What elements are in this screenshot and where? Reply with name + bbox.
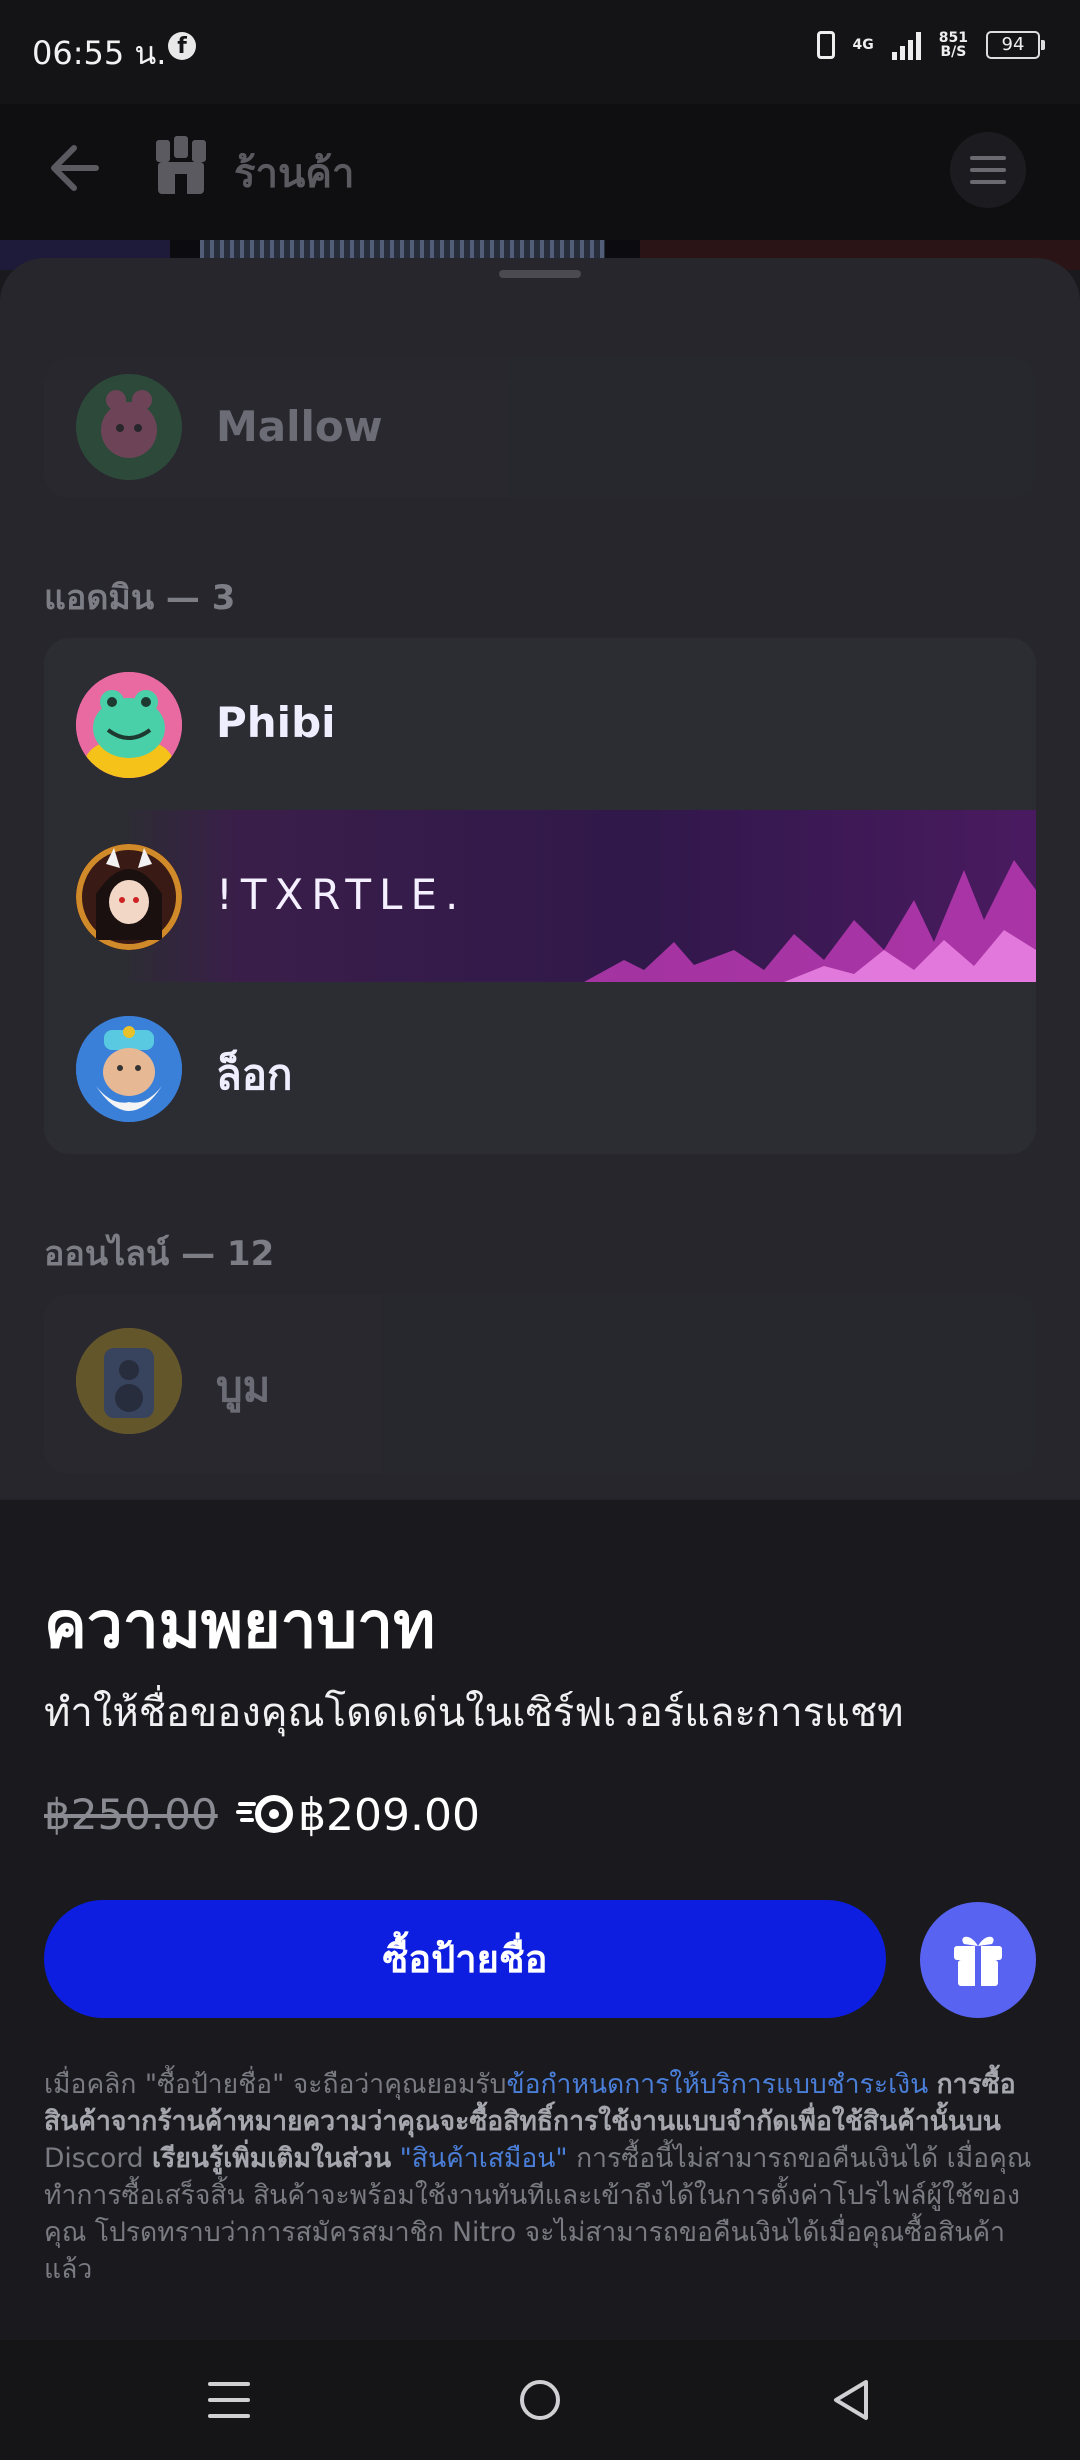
gift-button[interactable]: [920, 1902, 1036, 2018]
net-speed: 851 B/S: [939, 31, 968, 59]
menu-button[interactable]: [950, 132, 1026, 208]
avatar: [76, 1328, 182, 1434]
avatar: [76, 672, 182, 778]
flame-effect: [584, 860, 1036, 982]
signal-icon: [891, 30, 921, 60]
network-type: 4G: [852, 36, 874, 53]
header-title: ร้านค้า: [234, 151, 355, 197]
admin-section-label: แอดมิน — 3: [44, 578, 236, 618]
brand-text: Discord: [44, 2143, 144, 2174]
price-original: ฿250.00: [44, 1790, 218, 1839]
avatar: [76, 374, 182, 480]
paid-terms-link[interactable]: ข้อกำหนดการให้บริการแบบชำระเงิน: [506, 2069, 928, 2100]
battery-icon: 94: [986, 31, 1045, 59]
status-icons: 4G 851 B/S 94: [816, 30, 1045, 60]
back-nav-icon[interactable]: [828, 2378, 874, 2422]
facebook-notification-icon: f: [168, 32, 196, 60]
purchase-panel: ความพยาบาท ทำให้ชื่อของคุณโดดเด่นในเซิร์…: [0, 1498, 1080, 2340]
member-name: Mallow: [216, 402, 383, 451]
avatar: [76, 844, 182, 950]
list-item[interactable]: ล็อก: [44, 982, 1036, 1154]
home-icon[interactable]: [518, 2378, 562, 2422]
learn-more-text: เรียนรู้เพิ่มเติมในส่วน: [152, 2143, 392, 2174]
terms-text: เมื่อคลิก "ซื้อป้ายชื่อ" จะถือว่าคุณยอมร…: [44, 2069, 507, 2100]
list-item[interactable]: !TXRTLE.: [44, 810, 1036, 982]
nitro-icon: [236, 1795, 293, 1833]
list-item[interactable]: บูม: [44, 1294, 1036, 1466]
terms-notice: เมื่อคลิก "ซื้อป้ายชื่อ" จะถือว่าคุณยอมร…: [44, 2066, 1036, 2288]
recent-apps-icon[interactable]: [206, 2378, 252, 2422]
member-name: !TXRTLE.: [216, 870, 467, 919]
list-item[interactable]: Mallow: [44, 356, 1036, 498]
item-description: ทำให้ชื่อของคุณโดดเด่นในเซิร์ฟเวอร์และกา…: [44, 1690, 904, 1736]
system-nav-bar: [0, 2340, 1080, 2460]
app-header: ร้านค้า: [0, 104, 1080, 240]
member-list-sheet: Mallow แอดมิน — 3 Phibi !TXRTLE. ล็อก ออ…: [0, 258, 1080, 1498]
status-bar: 06:55 น. f 4G 851 B/S 94: [0, 0, 1080, 104]
shop-icon: [156, 136, 206, 194]
back-arrow-icon[interactable]: [44, 138, 104, 198]
admin-member-card: Phibi !TXRTLE. ล็อก: [44, 638, 1036, 1154]
item-title: ความพยาบาท: [44, 1589, 436, 1663]
member-name: บูม: [216, 1362, 271, 1411]
price-nitro: ฿209.00: [298, 1790, 480, 1841]
sheet-handle[interactable]: [499, 270, 581, 278]
member-name: Phibi: [216, 698, 336, 747]
member-card-top: Mallow: [44, 356, 1036, 498]
vibrate-icon: [816, 31, 835, 59]
virtual-goods-link[interactable]: "สินค้าเสมือน": [400, 2143, 568, 2174]
member-name: ล็อก: [216, 1050, 293, 1099]
battery-level: 94: [1001, 34, 1025, 55]
net-speed-unit: B/S: [940, 44, 967, 60]
online-member-card: บูม: [44, 1294, 1036, 1474]
online-section-label: ออนไลน์ — 12: [44, 1234, 275, 1274]
gift-icon: [954, 1936, 1002, 1986]
buy-nameplate-button[interactable]: ซื้อป้ายชื่อ: [44, 1900, 886, 2018]
avatar: [76, 1016, 182, 1122]
status-time: 06:55 น.: [32, 34, 167, 72]
list-item[interactable]: Phibi: [44, 638, 1036, 810]
